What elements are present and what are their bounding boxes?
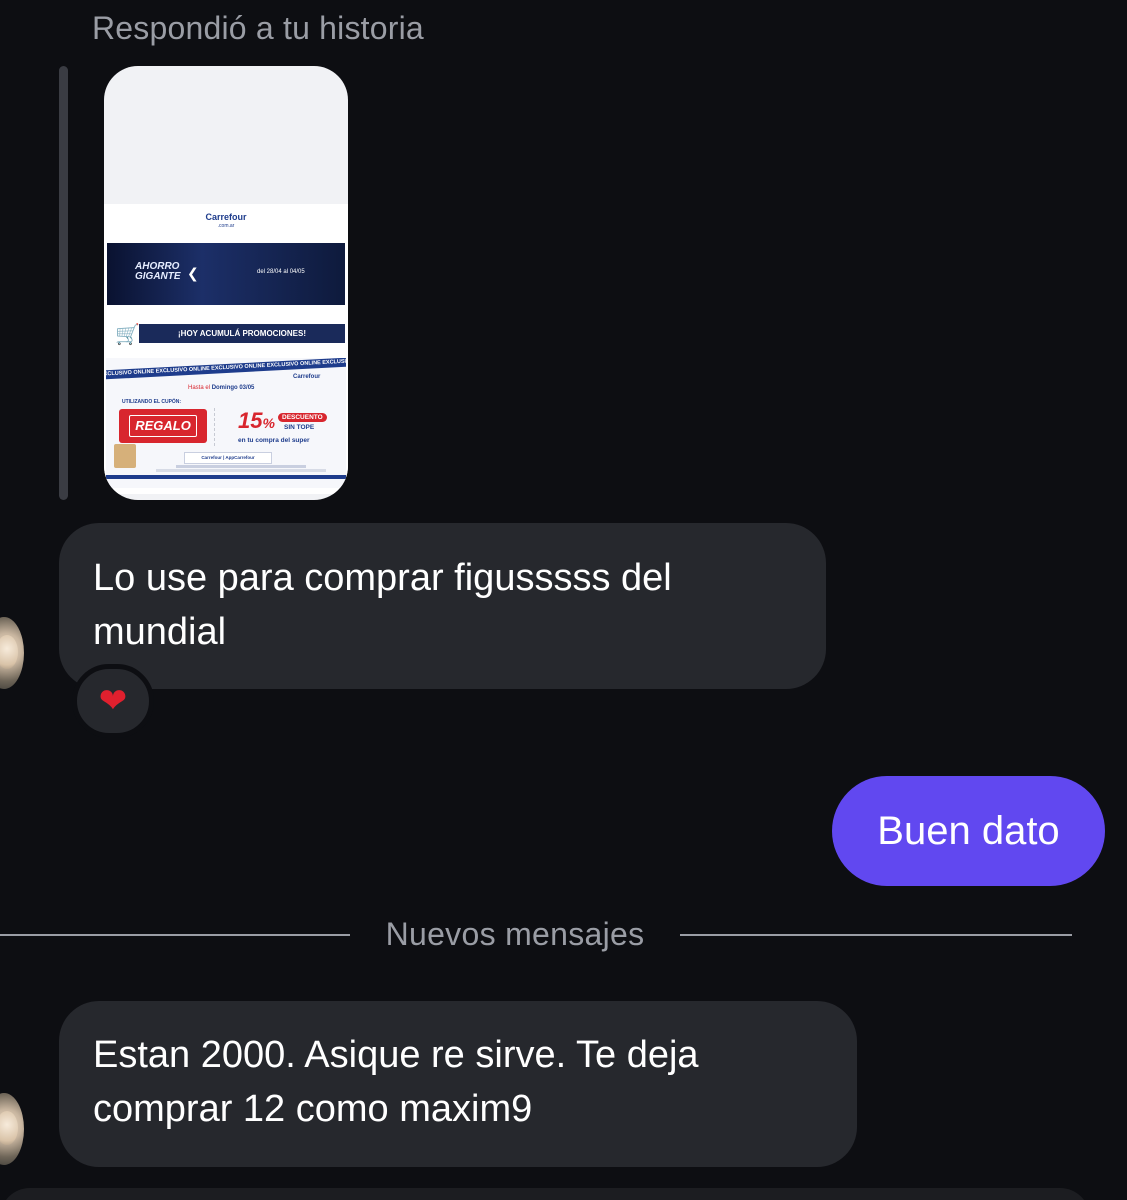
coupon-divider: [214, 408, 216, 446]
gift-coupon-badge: REGALO: [119, 409, 207, 443]
ahorro-gigante-banner: AHORRO GIGANTE ❮ del 28/04 al 04/05: [107, 243, 345, 305]
new-messages-divider-right: [680, 934, 1072, 936]
reply-indicator-bar: [59, 66, 68, 500]
promo-until-day: Domingo 03/05: [211, 385, 255, 391]
carrefour-logo: Carrefour .com.ar: [104, 212, 348, 229]
outgoing-message[interactable]: Buen dato: [832, 776, 1105, 886]
discount-percent-sign: %: [262, 415, 275, 431]
discount-percent: 15%: [238, 408, 275, 434]
carrefour-icon: ❮: [187, 265, 199, 281]
shopping-bag-icon: [114, 444, 136, 468]
banner-dates: del 28/04 al 04/05: [257, 269, 305, 275]
promo-footer-bar: [106, 475, 346, 479]
promo-using-coupon: UTILIZANDO EL CUPÓN:: [122, 399, 182, 405]
carrefour-domain: .com.ar: [217, 223, 235, 229]
promo-brand: Carrefour: [293, 374, 321, 380]
purchase-label: en tu compra del super: [238, 437, 310, 444]
promo-until: Hasta el Domingo 03/05: [188, 385, 254, 391]
incoming-message[interactable]: Lo use para comprar figusssss del mundia…: [59, 523, 826, 689]
banner-title-line2: GIGANTE: [135, 271, 181, 282]
avatar[interactable]: [0, 617, 24, 689]
story-preview-card[interactable]: Carrefour .com.ar AHORRO GIGANTE ❮ del 2…: [104, 66, 348, 500]
heart-icon: ❤: [98, 682, 128, 720]
promo-until-prefix: Hasta el: [188, 385, 211, 391]
discount-percent-value: 15: [238, 408, 263, 433]
avatar-face: [0, 1111, 18, 1145]
incoming-message[interactable]: Estan 2000. Asique re sirve. Te deja com…: [59, 1001, 857, 1167]
promo-cart-strip: 🛒 ¡HOY ACUMULÁ PROMOCIONES!: [107, 324, 345, 346]
avatar-face: [0, 635, 18, 669]
chat-screen: Respondió a tu historia Carrefour .com.a…: [0, 0, 1127, 1200]
banner-title: AHORRO GIGANTE: [135, 262, 181, 282]
cart-strip-label: ¡HOY ACUMULÁ PROMOCIONES!: [139, 324, 345, 343]
new-messages-divider-label: Nuevos mensajes: [385, 916, 645, 952]
gift-coupon-label: REGALO: [129, 415, 197, 437]
carrefour-logo-text: Carrefour: [205, 212, 247, 222]
fine-print-line: [176, 465, 306, 468]
promo-logos: Carrefour | AppCarrefour: [184, 452, 272, 464]
fine-print-line: [156, 469, 326, 472]
cart-icon: 🛒: [115, 324, 140, 346]
heart-reaction[interactable]: ❤: [72, 664, 154, 738]
avatar[interactable]: [0, 1093, 24, 1165]
coupon-promo: EXCLUSIVO ONLINE EXCLUSIVO ONLINE EXCLUS…: [106, 358, 346, 488]
no-cap-label: SIN TOPE: [284, 424, 315, 431]
next-message-edge: [0, 1188, 1090, 1200]
discount-badge: DESCUENTO: [278, 413, 327, 422]
new-messages-divider-left: [0, 934, 350, 936]
story-reply-caption: Respondió a tu historia: [92, 10, 424, 46]
